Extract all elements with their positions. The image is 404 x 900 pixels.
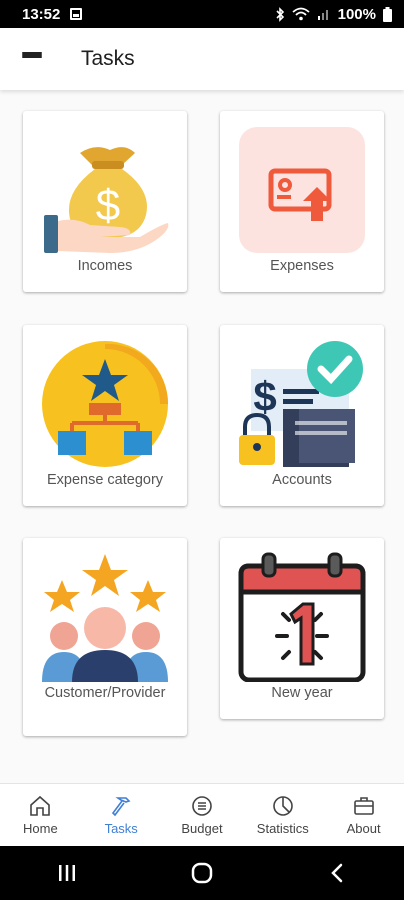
recents-icon — [59, 865, 76, 881]
people-stars-icon — [40, 552, 170, 682]
tile-label: Expenses — [270, 258, 334, 274]
tile-expense-category[interactable]: Expense category — [23, 325, 187, 506]
nav-budget[interactable]: Budget — [162, 784, 243, 846]
tile-accounts[interactable]: $ Accounts — [220, 325, 384, 506]
category-hierarchy-star-icon — [40, 339, 170, 469]
pie-chart-icon — [272, 796, 293, 816]
nav-label: Statistics — [256, 821, 309, 836]
nav-label: About — [346, 821, 381, 836]
signal-icon — [317, 10, 328, 20]
menu-button[interactable] — [0, 28, 64, 90]
tile-new-year[interactable]: New year — [220, 538, 384, 719]
bottom-navigation: Home Tasks Budget Statistics About — [0, 783, 404, 846]
list-circle-icon — [192, 796, 212, 816]
nav-label: Tasks — [104, 821, 138, 836]
tile-incomes[interactable]: $ Incomes — [23, 111, 187, 292]
tile-label: New year — [271, 685, 333, 701]
app-bar: Tasks — [0, 28, 404, 90]
hammer-icon — [112, 797, 131, 817]
briefcase-icon — [353, 797, 374, 815]
battery-percent: 100% — [337, 5, 376, 23]
tile-expenses[interactable]: Expenses — [220, 111, 384, 292]
tile-label: Incomes — [77, 258, 133, 274]
tile-customer-provider[interactable]: Customer/Provider — [23, 538, 187, 736]
tile-label: Accounts — [272, 472, 332, 488]
account-document-check-icon: $ — [237, 339, 367, 469]
svg-text:$: $ — [96, 181, 120, 230]
money-bag-hand-icon: $ — [40, 125, 170, 255]
nav-tasks[interactable]: Tasks — [81, 784, 162, 846]
tile-label: Expense category — [46, 472, 164, 488]
hamburger-menu-icon — [22, 52, 42, 66]
tile-label: Customer/Provider — [44, 685, 166, 701]
svg-text:$: $ — [253, 373, 276, 420]
nav-label: Home — [23, 821, 58, 836]
system-navigation-bar — [0, 846, 404, 900]
home-icon — [30, 795, 51, 816]
wifi-icon — [292, 7, 310, 21]
nav-label: Budget — [181, 821, 223, 836]
calendar-one-icon — [237, 552, 367, 682]
home-system-button[interactable] — [172, 853, 232, 893]
status-time: 13:52 — [22, 5, 61, 23]
nav-about[interactable]: About — [323, 784, 404, 846]
battery-icon — [383, 6, 392, 22]
page-title: Tasks — [81, 47, 135, 70]
expense-card-upload-icon — [237, 125, 367, 255]
bluetooth-icon — [276, 6, 284, 22]
back-chevron-icon — [330, 863, 342, 883]
gallery-notification-icon — [70, 8, 83, 20]
tasks-grid: $ Incomes Expenses Expense category $ Ac… — [0, 90, 404, 783]
status-bar: 13:52 100% — [0, 0, 404, 28]
recent-apps-button[interactable] — [37, 853, 97, 893]
home-circle-icon — [191, 862, 213, 884]
nav-statistics[interactable]: Statistics — [242, 784, 323, 846]
back-button[interactable] — [307, 853, 367, 893]
nav-home[interactable]: Home — [0, 784, 81, 846]
